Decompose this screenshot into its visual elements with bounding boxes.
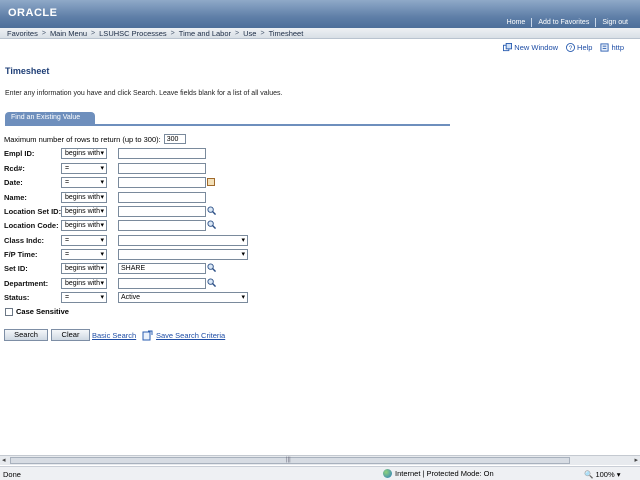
fp-time-operator-select[interactable]: = [61,248,107,260]
rcd-operator-select[interactable]: = [61,162,107,174]
empl-id-label: Empl ID: [4,148,35,158]
lookup-icon[interactable] [207,263,216,272]
help-link[interactable]: ? Help [566,43,592,52]
date-operator-select[interactable]: = [61,176,107,188]
location-code-input[interactable] [118,219,206,231]
breadcrumb-main-menu[interactable]: Main Menu [46,29,91,38]
oracle-logo: ORACLE [8,7,58,19]
status-text: Done [3,470,21,479]
status-select[interactable]: Active [118,291,248,303]
max-rows-input[interactable] [163,134,186,144]
chevron-down-icon: ▾ [616,470,621,479]
name-label: Name: [4,192,27,202]
tab-find-existing-value[interactable]: Find an Existing Value [5,112,95,124]
department-input[interactable] [118,277,206,289]
scrollbar-grip-icon: ||| [286,457,291,463]
save-criteria-icon[interactable] [142,330,153,341]
clear-button[interactable]: Clear [51,329,90,341]
internet-globe-icon [383,469,392,478]
fp-time-label: F/P Time: [4,249,38,259]
zoom-icon: 🔍 [584,470,594,479]
location-set-id-operator-select[interactable]: begins with [61,205,107,217]
page-tools: New Window ? Help http [503,43,624,52]
max-rows-label: Maximum number of rows to return (up to … [4,134,161,144]
security-zone-label: Internet | Protected Mode: On [395,469,494,478]
case-sensitive-row: Case Sensitive [5,307,69,316]
add-to-favorites-link[interactable]: Add to Favorites [531,18,595,27]
lookup-icon[interactable] [207,206,216,215]
breadcrumb-timesheet: Timesheet [268,28,304,38]
security-zone: Internet | Protected Mode: On [383,469,494,478]
help-label: Help [577,43,593,52]
case-sensitive-checkbox[interactable] [5,307,13,316]
case-sensitive-label: Case Sensitive [16,307,69,316]
breadcrumb: Favorites > Main Menu > LSUHSC Processes… [0,28,640,39]
horizontal-scrollbar[interactable]: ◂ ||| ▸ [0,455,640,465]
sign-out-link[interactable]: Sign out [595,18,634,27]
status-label: Status: [4,292,30,302]
zoom-control[interactable]: 🔍 100% ▾ [584,470,620,479]
department-operator-select[interactable]: begins with [61,277,107,289]
page-title: Timesheet [5,66,50,76]
max-rows-row: Maximum number of rows to return (up to … [4,134,186,144]
search-button[interactable]: Search [4,329,48,341]
location-code-label: Location Code: [4,220,59,230]
home-link[interactable]: Home [501,18,532,27]
tab-divider [5,124,450,126]
date-label: Date: [4,177,23,187]
help-icon: ? [566,43,576,52]
new-window-icon [503,43,513,52]
banner-links: Home Add to Favorites Sign out [501,18,634,27]
class-indc-operator-select[interactable]: = [61,234,107,246]
breadcrumb-time-and-labor[interactable]: Time and Labor [175,29,235,38]
set-id-operator-select[interactable]: begins with [61,262,107,274]
scroll-right-icon[interactable]: ▸ [634,456,638,464]
lookup-icon[interactable] [207,220,216,229]
oracle-banner: ORACLE Home Add to Favorites Sign out [0,0,640,28]
date-input[interactable] [118,176,206,188]
rcd-label: Rcd#: [4,163,25,173]
name-operator-select[interactable]: begins with [61,191,107,203]
new-window-label: New Window [514,43,559,52]
http-link[interactable]: http [600,43,624,52]
breadcrumb-use[interactable]: Use [239,29,260,38]
zoom-level: 100% [595,470,615,479]
name-input[interactable] [118,191,206,203]
class-indc-label: Class Indc: [4,235,45,245]
set-id-input[interactable]: SHARE [118,262,206,274]
empl-id-input[interactable] [118,147,206,159]
class-indc-select[interactable] [118,234,248,246]
save-search-criteria-link[interactable]: Save Search Criteria [156,331,225,340]
empl-id-operator-select[interactable]: begins with [61,147,107,159]
location-set-id-label: Location Set ID: [4,206,62,216]
http-icon [600,43,610,52]
location-code-operator-select[interactable]: begins with [61,219,107,231]
breadcrumb-lsuhsc-processes[interactable]: LSUHSC Processes [95,29,171,38]
calendar-icon[interactable] [207,178,215,186]
scroll-left-icon[interactable]: ◂ [2,456,6,464]
svg-text:?: ? [569,45,573,52]
lookup-icon[interactable] [207,278,216,287]
set-id-label: Set ID: [4,263,28,273]
browser-status-bar: Done Internet | Protected Mode: On 🔍 100… [0,466,640,480]
department-label: Department: [4,278,49,288]
instructions-text: Enter any information you have and click… [5,90,283,97]
new-window-link[interactable]: New Window [503,43,558,52]
http-label: http [611,43,624,52]
rcd-input[interactable] [118,162,206,174]
breadcrumb-favorites[interactable]: Favorites [3,29,42,38]
fp-time-select[interactable] [118,248,248,260]
status-operator-select[interactable]: = [61,291,107,303]
location-set-id-input[interactable] [118,205,206,217]
basic-search-link[interactable]: Basic Search [92,331,136,340]
